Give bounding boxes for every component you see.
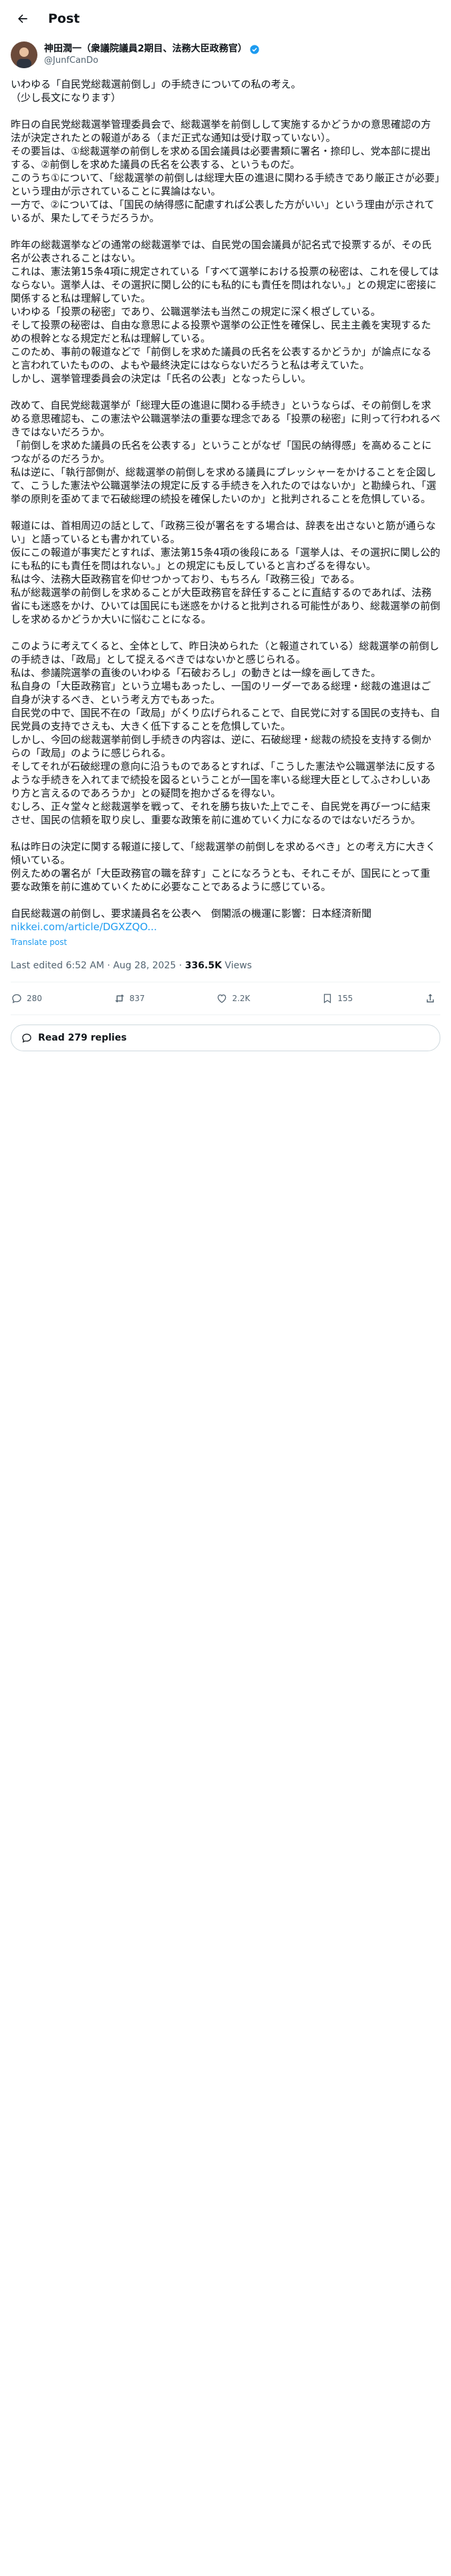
timestamp[interactable]: Last edited 6:52 AM · Aug 28, 2025 ·	[11, 960, 185, 971]
author-handle[interactable]: @JunfCanDo	[44, 55, 260, 66]
post-paragraph: 昨日の自民党総裁選挙管理委員会で、総裁選挙を前倒しして実施するかどうかの意思確認…	[11, 118, 440, 224]
views-label: Views	[221, 960, 252, 971]
verified-badge-icon	[250, 44, 259, 54]
share-icon	[426, 994, 434, 1002]
repost-button[interactable]: 837	[114, 992, 145, 1004]
repost-icon	[114, 994, 124, 1002]
translate-post-link[interactable]: Translate post	[0, 934, 451, 947]
post-paragraph: 改めて、自民党総裁選挙が「総理大臣の進退に関わる手続き」というならば、その前倒し…	[11, 399, 440, 505]
post-text: いわゆる「自民党総裁選前倒し」の手続きについての私の考え。 （少し長文になります…	[0, 70, 451, 934]
read-replies-button[interactable]: Read 279 replies	[11, 1025, 440, 1051]
post-paragraph: 私は昨日の決定に関する報道に接して、「総裁選挙の前倒しを求めるべき」との考え方に…	[11, 841, 436, 893]
post-paragraph: いわゆる「自民党総裁選前倒し」の手続きについての私の考え。 （少し長文になります…	[11, 78, 301, 104]
post-paragraph: このように考えてくると、全体として、昨日決められた（と報道されている）総裁選挙の…	[11, 640, 440, 826]
post-meta: Last edited 6:52 AM · Aug 28, 2025 · 336…	[11, 947, 440, 982]
like-button[interactable]: 2.2K	[216, 992, 250, 1004]
bookmark-button[interactable]: 155	[321, 992, 353, 1004]
reply-count: 280	[27, 994, 42, 1003]
like-count: 2.2K	[232, 994, 251, 1003]
back-button[interactable]	[11, 7, 35, 31]
post-paragraph: 報道には、首相周辺の話として、「政務三役が署名をする場合は、辞表を出さないと筋が…	[11, 520, 440, 625]
chat-bubble-icon	[22, 1033, 31, 1043]
article-link[interactable]: nikkei.com/article/DGXZQO...	[11, 920, 440, 934]
bookmark-icon	[324, 994, 331, 1004]
reply-button[interactable]: 280	[11, 992, 42, 1004]
heart-icon	[218, 994, 227, 1003]
repost-count: 837	[129, 994, 145, 1003]
post-paragraph: 昨年の総裁選挙などの通常の総裁選挙では、自民党の国会議員が記名式で投票するが、そ…	[11, 239, 439, 385]
bookmark-count: 155	[337, 994, 353, 1003]
post-paragraph: 自民総裁選の前倒し、要求議員名を公表へ 倒閣派の機運に影響：日本経済新聞	[11, 907, 372, 920]
reply-icon	[12, 994, 21, 1004]
avatar[interactable]	[11, 41, 37, 68]
page-title: Post	[48, 11, 80, 26]
arrow-left-icon	[18, 14, 27, 23]
top-bar: Post	[0, 0, 451, 37]
post-author: 神田潤一（衆議院議員2期目、法務大臣政務官） @JunfCanDo	[0, 37, 451, 70]
author-name[interactable]: 神田潤一（衆議院議員2期目、法務大臣政務官）	[44, 43, 247, 55]
action-bar: 280 837 2.2K 155	[11, 982, 440, 1015]
share-button[interactable]	[424, 992, 440, 1004]
view-count: 336.5K	[184, 960, 222, 971]
read-replies-label: Read 279 replies	[38, 1033, 127, 1043]
